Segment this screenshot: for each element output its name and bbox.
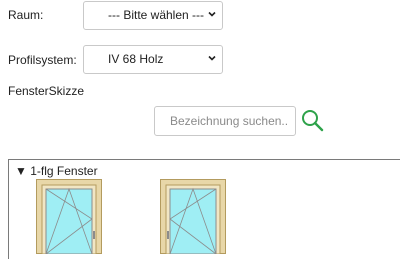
chevron-down-icon xyxy=(208,11,216,17)
window-sketch-panel: ▼ 1-flg Fenster xyxy=(8,159,400,259)
profile-system-select[interactable]: IV 68 Holz xyxy=(83,45,223,74)
section-toggle-1flg-fenster[interactable]: ▼ 1-flg Fenster xyxy=(15,164,98,178)
chevron-down-icon xyxy=(208,55,216,61)
window-tilt-turn-right-icon[interactable] xyxy=(160,179,226,254)
room-label: Raum: xyxy=(8,8,44,22)
search-icon[interactable] xyxy=(300,108,324,132)
search-placeholder: Bezeichnung suchen.. xyxy=(170,114,289,128)
room-select-value: --- Bitte wählen --- xyxy=(108,8,205,22)
window-tilt-turn-left-icon[interactable] xyxy=(36,179,102,254)
profile-system-select-value: IV 68 Holz xyxy=(108,52,164,66)
sketch-heading: FensterSkizze xyxy=(8,84,85,98)
profile-system-label: Profilsystem: xyxy=(8,53,77,67)
search-input[interactable]: Bezeichnung suchen.. xyxy=(154,106,296,136)
room-select[interactable]: --- Bitte wählen --- xyxy=(83,1,223,30)
